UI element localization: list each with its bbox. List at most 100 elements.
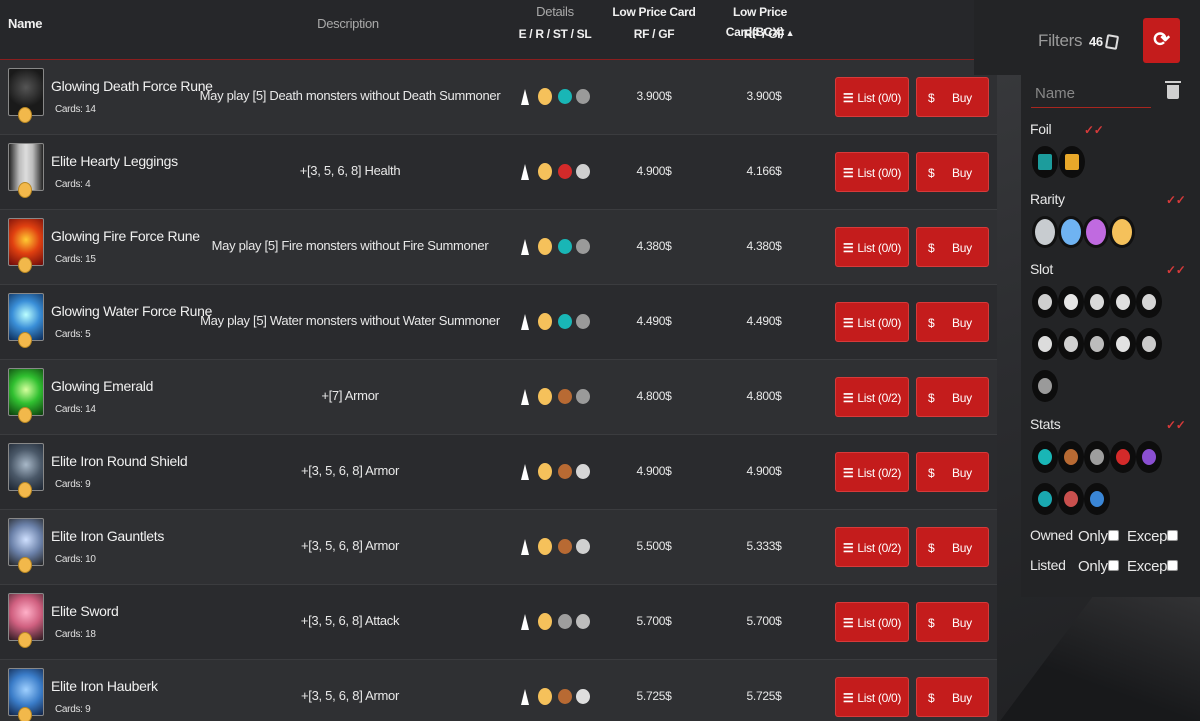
col-description[interactable]: Description — [300, 14, 396, 34]
slot-head-chip[interactable] — [1084, 286, 1110, 318]
name-filter-input[interactable] — [1031, 80, 1151, 108]
low-price-bcx: 4.900$ — [746, 464, 782, 478]
col-name[interactable]: Name — [8, 14, 43, 34]
list-button[interactable]: ☰ List (0/0) — [835, 302, 909, 342]
buy-button[interactable]: $ Buy — [916, 377, 989, 417]
stat-attack-chip[interactable] — [1084, 441, 1110, 473]
magic-icon — [1142, 449, 1156, 465]
low-price-card: 5.500$ — [636, 539, 672, 553]
rarity-common-chip[interactable] — [1032, 216, 1058, 248]
list-button[interactable]: ☰ List (0/2) — [835, 377, 909, 417]
list-button[interactable]: ☰ List (0/2) — [835, 452, 909, 492]
slot-weapon-chip[interactable] — [1032, 286, 1058, 318]
stats-check-all-icon[interactable]: ✓✓ — [1166, 418, 1186, 432]
slot-check-all-icon[interactable]: ✓✓ — [1166, 263, 1186, 277]
owned-label: Owned — [1030, 527, 1073, 543]
stat-health-chip[interactable] — [1110, 441, 1136, 473]
low-price-bcx: 4.380$ — [746, 239, 782, 253]
buy-button[interactable]: $ Buy — [916, 452, 989, 492]
table-row[interactable]: Elite Iron Round Shield Cards: 9 +[3, 5,… — [0, 435, 997, 510]
rarity-epic-chip[interactable] — [1083, 216, 1109, 248]
foil-gold-chip[interactable] — [1059, 146, 1085, 178]
table-row[interactable]: Elite Iron Gauntlets Cards: 10 +[3, 5, 6… — [0, 510, 997, 585]
slot-hands-chip[interactable] — [1110, 286, 1136, 318]
edition-icon — [521, 314, 529, 330]
buy-button[interactable]: $ Buy — [916, 302, 989, 342]
slot-ring-chip[interactable] — [1084, 328, 1110, 360]
table-row[interactable]: Glowing Death Force Rune Cards: 14 May p… — [0, 60, 997, 135]
table-row[interactable]: Elite Hearty Leggings Cards: 4 +[3, 5, 6… — [0, 135, 997, 210]
heart-icon — [1116, 449, 1130, 465]
col-low-price-card[interactable]: Low Price Card — [608, 2, 700, 22]
list-button[interactable]: ☰ List (0/0) — [835, 227, 909, 267]
list-button[interactable]: ☰ List (0/0) — [835, 602, 909, 642]
attack-icon — [558, 614, 572, 629]
edition-icon — [521, 539, 529, 555]
item-description: +[3, 5, 6, 8] Health — [299, 163, 401, 178]
slot-shield-chip[interactable] — [1032, 328, 1058, 360]
slot-arms-chip[interactable] — [1136, 286, 1162, 318]
list-button[interactable]: ☰ List (0/0) — [835, 152, 909, 192]
list-button-label: List (0/0) — [857, 241, 902, 255]
buy-button[interactable]: $ Buy — [916, 152, 989, 192]
table-row[interactable]: Glowing Water Force Rune Cards: 5 May pl… — [0, 285, 997, 360]
stat-armor-chip[interactable] — [1058, 441, 1084, 473]
rarity-check-all-icon[interactable]: ✓✓ — [1166, 193, 1186, 207]
buy-button[interactable]: $ Buy — [916, 602, 989, 642]
list-button[interactable]: ☰ List (0/0) — [835, 77, 909, 117]
item-name[interactable]: Glowing Water Force Rune — [51, 303, 212, 319]
list-icon: ☰ — [842, 466, 854, 480]
col-details[interactable]: Details — [520, 2, 590, 22]
buy-button[interactable]: $ Buy — [916, 77, 989, 117]
listed-except-checkbox[interactable] — [1167, 560, 1178, 571]
item-name[interactable]: Elite Iron Round Shield — [51, 453, 188, 469]
list-button[interactable]: ☰ List (0/0) — [835, 677, 909, 717]
stat-speed-chip[interactable] — [1032, 483, 1058, 515]
item-name[interactable]: Elite Hearty Leggings — [51, 153, 178, 169]
list-button[interactable]: ☰ List (0/2) — [835, 527, 909, 567]
filters-title: Filters — [1038, 31, 1083, 50]
stat-mana-chip[interactable] — [1032, 441, 1058, 473]
table-row[interactable]: Elite Sword Cards: 18 +[3, 5, 6, 8] Atta… — [0, 585, 997, 660]
dollar-icon: $ — [928, 691, 935, 705]
item-name[interactable]: Elite Iron Hauberk — [51, 678, 158, 694]
item-name[interactable]: Elite Iron Gauntlets — [51, 528, 164, 544]
trash-icon[interactable] — [1165, 81, 1181, 99]
foil-check-all-icon[interactable]: ✓✓ — [1084, 123, 1104, 137]
buy-button[interactable]: $ Buy — [916, 677, 989, 717]
buy-button[interactable]: $ Buy — [916, 527, 989, 567]
item-name[interactable]: Glowing Fire Force Rune — [51, 228, 200, 244]
item-name[interactable]: Glowing Emerald — [51, 378, 153, 394]
gold-coin-icon — [18, 632, 32, 648]
stat-ranged-chip[interactable] — [1058, 483, 1084, 515]
table-row[interactable]: Glowing Emerald Cards: 14 +[7] Armor 4.8… — [0, 360, 997, 435]
slot-rune-chip[interactable] — [1032, 370, 1058, 402]
gold-coin-icon — [18, 182, 32, 198]
slot-amulet-chip[interactable] — [1110, 328, 1136, 360]
slot-legs-chip[interactable] — [1058, 328, 1084, 360]
slot-chest-chip[interactable] — [1058, 286, 1084, 318]
mana-icon — [558, 239, 572, 254]
edition-icon — [521, 89, 529, 105]
slot-necklace-chip[interactable] — [1136, 328, 1162, 360]
stat-magic-chip[interactable] — [1136, 441, 1162, 473]
item-card-count: Cards: 5 — [55, 329, 91, 340]
listed-only-checkbox[interactable] — [1108, 560, 1119, 571]
item-details — [521, 163, 593, 181]
table-row[interactable]: Elite Iron Hauberk Cards: 9 +[3, 5, 6, 8… — [0, 660, 997, 721]
attack-icon — [1090, 449, 1104, 465]
owned-only-checkbox[interactable] — [1108, 530, 1119, 541]
stat-shield-chip[interactable] — [1084, 483, 1110, 515]
owned-except-checkbox[interactable] — [1167, 530, 1178, 541]
rarity-legendary-chip[interactable] — [1109, 216, 1135, 248]
buy-button[interactable]: $ Buy — [916, 227, 989, 267]
refresh-button[interactable]: ⟳ — [1143, 18, 1180, 63]
legs-slot-icon — [1064, 336, 1078, 352]
rarity-rare-chip[interactable] — [1058, 216, 1084, 248]
low-price-bcx: 4.800$ — [746, 389, 782, 403]
table-row[interactable]: Glowing Fire Force Rune Cards: 15 May pl… — [0, 210, 997, 285]
item-name[interactable]: Glowing Death Force Rune — [51, 78, 213, 94]
buy-button-label: Buy — [952, 241, 972, 255]
foil-regular-chip[interactable] — [1032, 146, 1058, 178]
item-name[interactable]: Elite Sword — [51, 603, 119, 619]
